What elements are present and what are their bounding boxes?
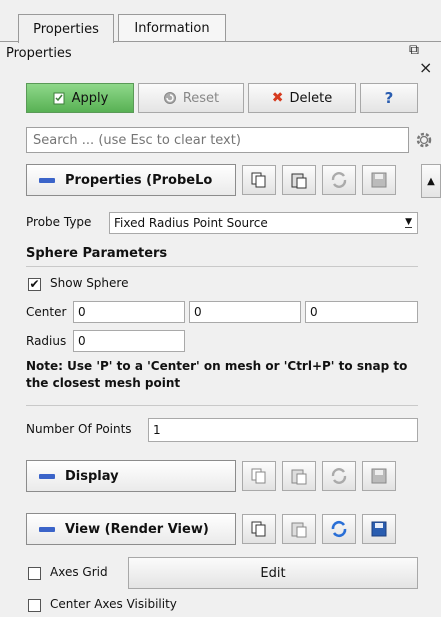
- properties-section-header[interactable]: Properties (ProbeLo: [26, 164, 236, 196]
- note-divider: [26, 405, 418, 406]
- reset-label: Reset: [182, 90, 220, 106]
- view-refresh-button[interactable]: [322, 514, 356, 544]
- copy-icon: [251, 468, 266, 484]
- center-y-field[interactable]: [189, 301, 301, 323]
- probe-type-value: Fixed Radius Point Source: [114, 216, 268, 230]
- save-button[interactable]: [362, 165, 396, 195]
- view-save-button[interactable]: [362, 514, 396, 544]
- help-button[interactable]: ?: [360, 83, 418, 113]
- search-input[interactable]: [26, 127, 409, 153]
- axes-grid-label: Axes Grid: [50, 565, 108, 579]
- center-axes-checkbox[interactable]: [28, 599, 41, 612]
- paste-button[interactable]: [282, 165, 316, 195]
- view-section-header[interactable]: View (Render View): [26, 513, 236, 545]
- center-z-field[interactable]: [305, 301, 418, 323]
- view-copy-button[interactable]: [242, 514, 276, 544]
- center-x-field[interactable]: [73, 301, 185, 323]
- axes-grid-checkbox[interactable]: [28, 567, 41, 580]
- refresh-icon: [331, 520, 347, 538]
- collapse-icon: [39, 177, 55, 183]
- display-paste-button[interactable]: [282, 461, 316, 491]
- refresh-button[interactable]: [322, 165, 356, 195]
- refresh-icon: [331, 172, 347, 188]
- paste-icon: [291, 522, 307, 538]
- save-icon: [371, 172, 387, 188]
- gear-icon[interactable]: [414, 130, 434, 150]
- delete-button[interactable]: ✖ Delete: [248, 83, 356, 113]
- probe-type-label: Probe Type: [26, 215, 92, 229]
- copy-icon: [251, 521, 266, 537]
- panel-title: Properties: [6, 46, 72, 61]
- display-section-header[interactable]: Display: [26, 460, 236, 492]
- radius-field[interactable]: [73, 330, 185, 352]
- tab-information[interactable]: Information: [118, 14, 226, 42]
- apply-button[interactable]: Apply: [26, 83, 134, 113]
- probe-type-select[interactable]: Fixed Radius Point Source ▼: [109, 212, 418, 234]
- sphere-divider: [26, 266, 418, 267]
- mesh-note: Note: Use 'P' to a 'Center' on mesh or '…: [26, 359, 408, 390]
- tab-properties-label: Properties: [33, 21, 99, 37]
- panel-title-buttons: ⧉ ×: [409, 42, 441, 77]
- view-section-label: View (Render View): [65, 521, 209, 537]
- display-save-button[interactable]: [362, 461, 396, 491]
- close-icon[interactable]: ×: [419, 58, 432, 77]
- paste-icon: [291, 173, 307, 189]
- copy-icon: [251, 172, 266, 188]
- dropdown-arrow-icon: ▼: [405, 217, 412, 228]
- tab-properties[interactable]: Properties: [18, 14, 114, 43]
- apply-label: Apply: [71, 90, 109, 106]
- view-paste-button[interactable]: [282, 514, 316, 544]
- collapse-icon: [39, 526, 55, 532]
- reset-button[interactable]: Reset: [138, 83, 244, 113]
- properties-section-label: Properties (ProbeLo: [65, 172, 213, 188]
- tab-bar: Properties Information: [0, 0, 441, 43]
- scrollbar[interactable]: [421, 164, 441, 617]
- apply-icon: [53, 92, 65, 105]
- scroll-up-arrow[interactable]: ▲: [421, 164, 441, 198]
- float-icon[interactable]: ⧉: [409, 42, 419, 58]
- reset-icon: [163, 92, 176, 104]
- copy-button[interactable]: [242, 165, 276, 195]
- show-sphere-checkbox[interactable]: ✔: [28, 278, 41, 291]
- edit-label: Edit: [260, 565, 286, 581]
- number-of-points-label: Number Of Points: [26, 422, 132, 436]
- radius-label: Radius: [26, 334, 67, 348]
- save-icon: [371, 521, 387, 537]
- tab-information-label: Information: [134, 21, 210, 36]
- refresh-icon: [331, 468, 347, 484]
- display-refresh-button[interactable]: [322, 461, 356, 491]
- center-label: Center: [26, 305, 67, 319]
- save-icon: [371, 468, 387, 484]
- number-of-points-field[interactable]: [148, 418, 418, 442]
- display-section-label: Display: [65, 468, 119, 484]
- show-sphere-label: Show Sphere: [50, 276, 129, 290]
- paste-icon: [291, 469, 307, 485]
- delete-label: Delete: [289, 90, 333, 106]
- axes-grid-edit-button[interactable]: Edit: [128, 557, 418, 589]
- center-axes-label: Center Axes Visibility: [50, 597, 177, 611]
- help-icon: ?: [384, 89, 394, 107]
- sphere-parameters-header: Sphere Parameters: [26, 246, 168, 261]
- collapse-icon: [39, 473, 55, 479]
- display-copy-button[interactable]: [242, 461, 276, 491]
- delete-icon: ✖: [271, 90, 284, 106]
